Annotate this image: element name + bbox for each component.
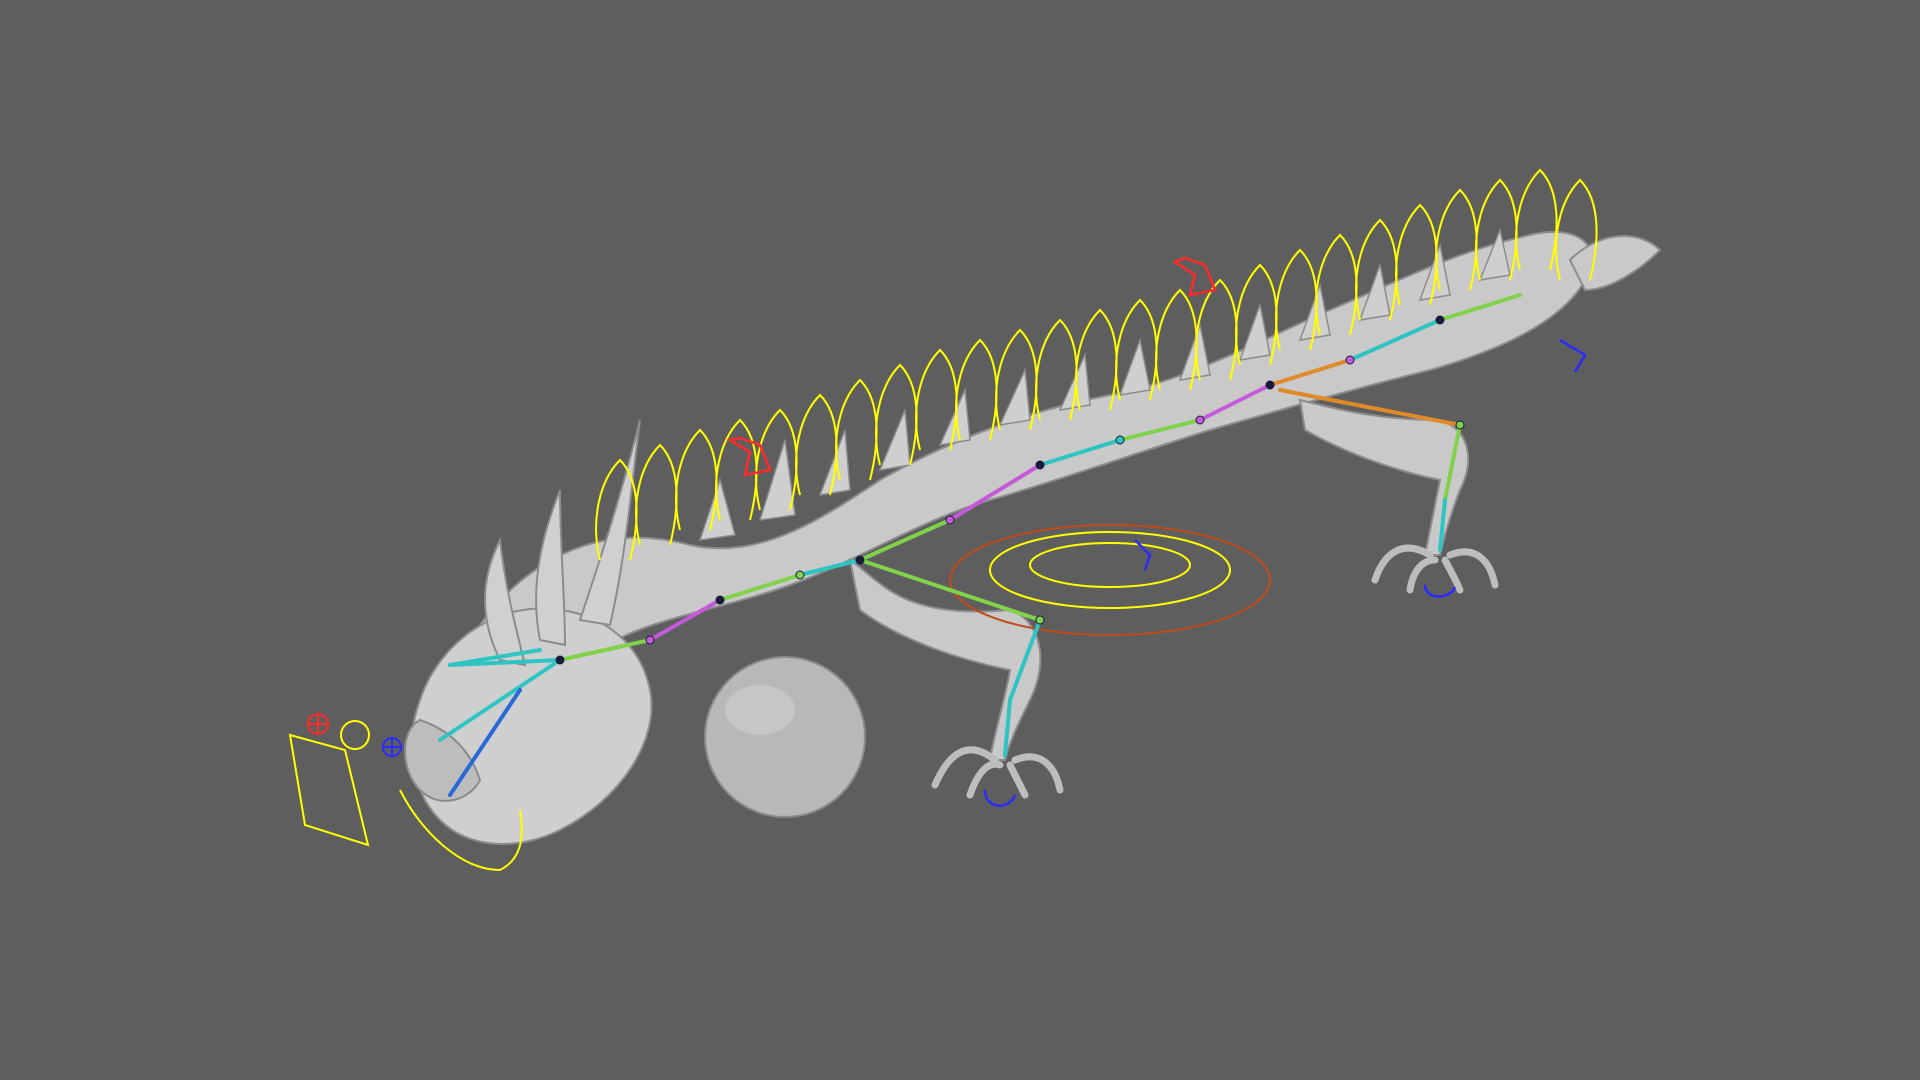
root-controls[interactable] [949,524,1271,636]
head-frame-control[interactable] [288,733,370,847]
ik-control-back[interactable] [1172,256,1217,297]
dragon-head[interactable] [410,607,653,845]
dragon-dorsal-spikes [698,227,1511,541]
scene-canvas[interactable] [0,0,1920,1080]
dragon-horn-2[interactable] [535,489,567,647]
pole-vector-tail[interactable] [1559,338,1587,373]
dragon-mesh[interactable] [404,227,1662,845]
pole-vector-back[interactable] [1423,584,1457,598]
root-control-core[interactable] [1029,542,1191,588]
ik-control-neck[interactable] [726,436,772,477]
pearl-sphere-highlight [725,685,795,735]
pearl-sphere[interactable] [704,656,866,818]
pole-vector-front[interactable] [983,789,1017,807]
3d-viewport[interactable] [0,0,1920,1080]
root-control-outer[interactable] [949,524,1271,636]
eye-aim-control[interactable] [340,720,370,750]
